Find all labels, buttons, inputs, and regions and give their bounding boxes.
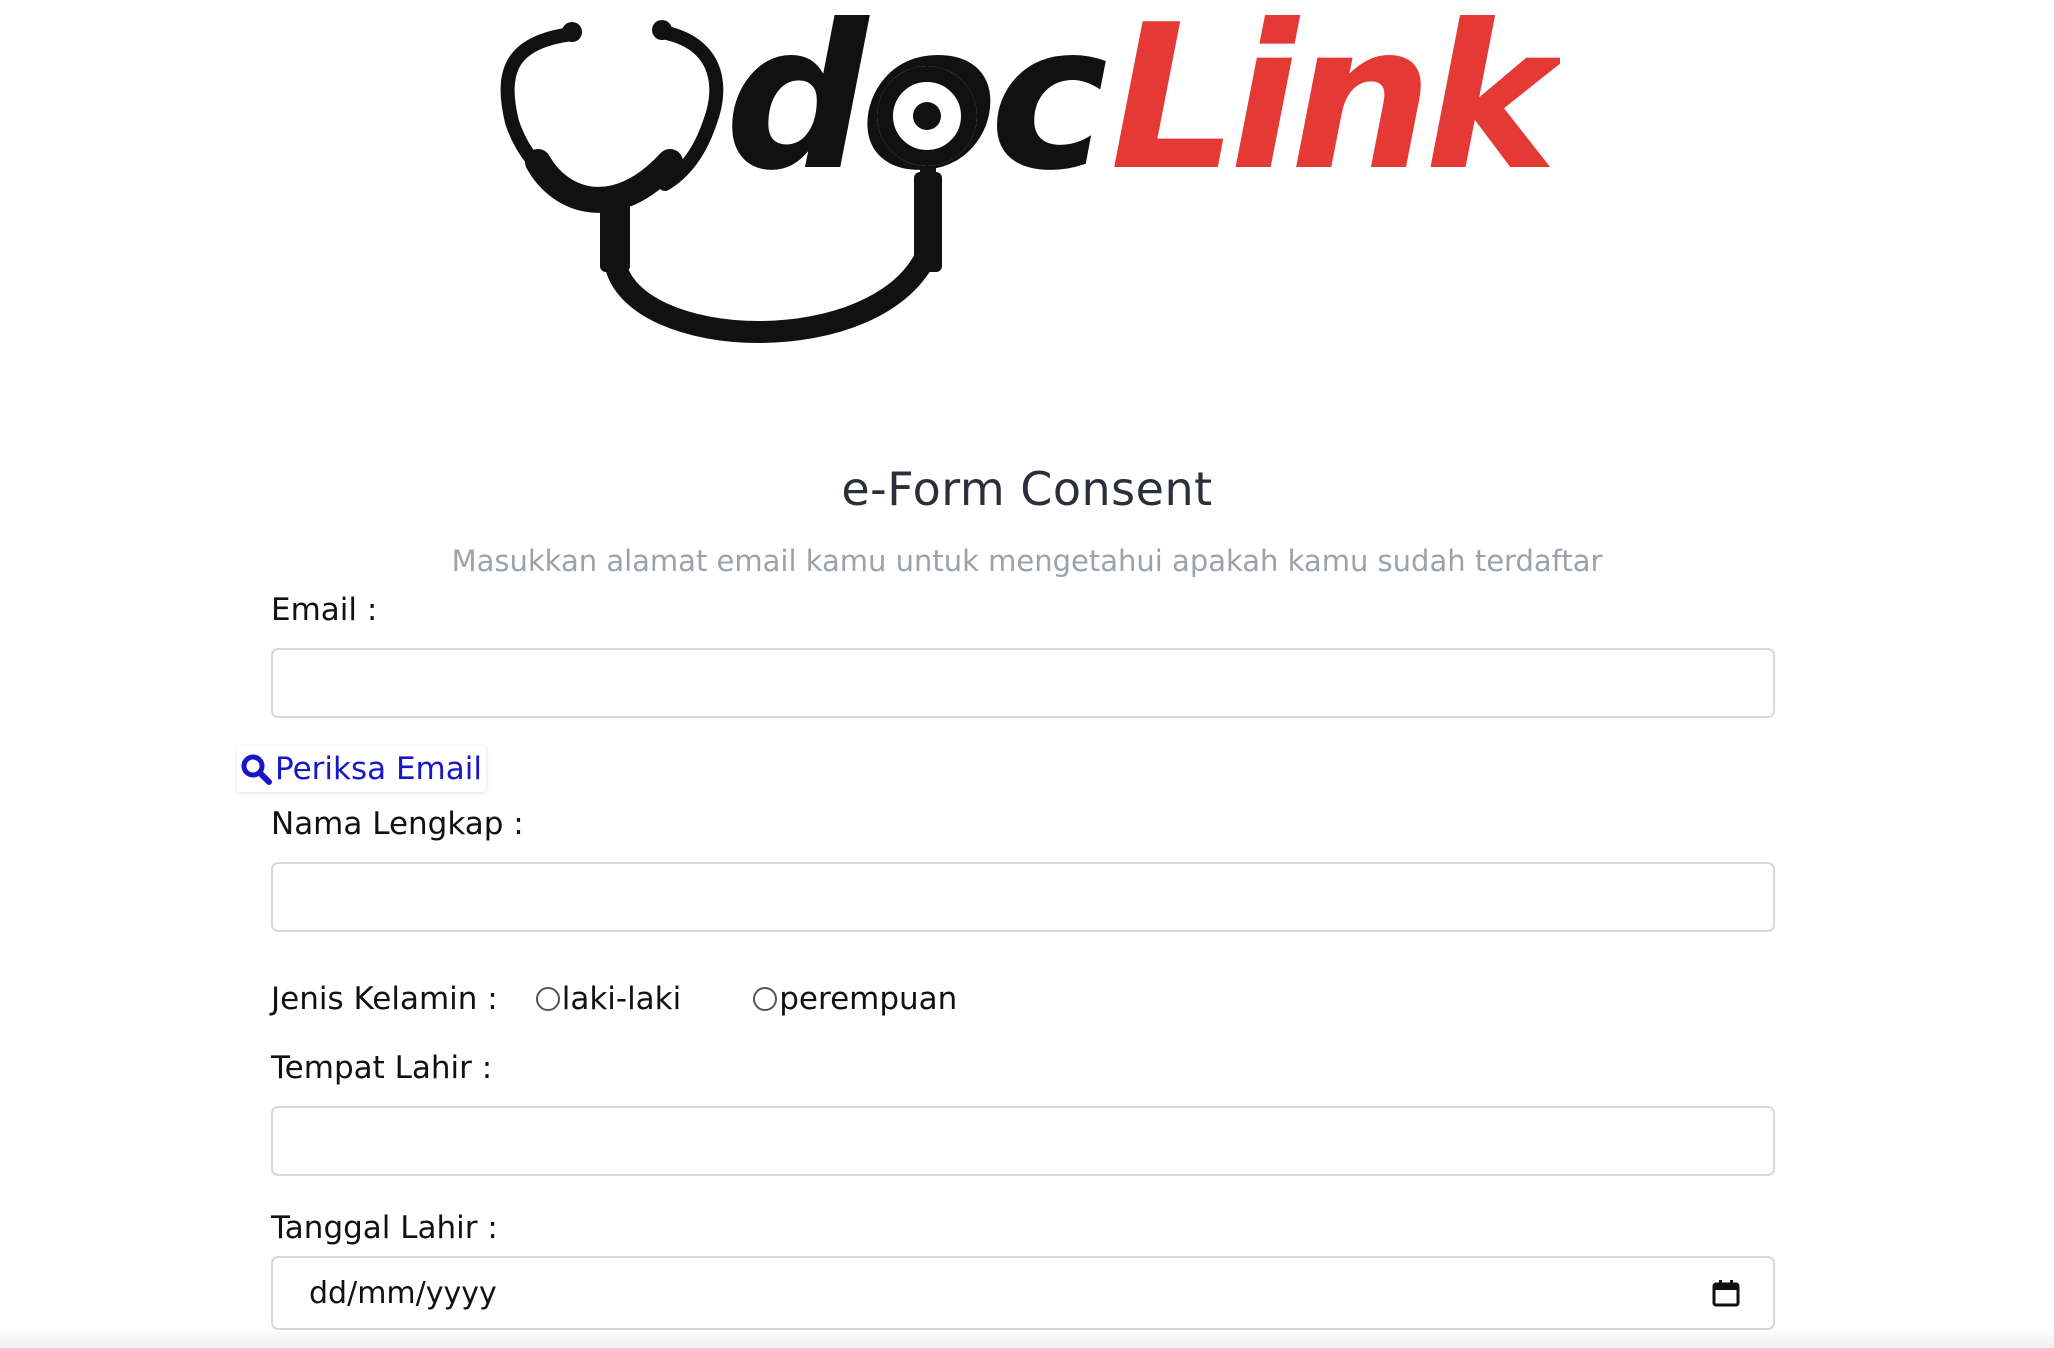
birthdate-label: Tanggal Lahir : (271, 1210, 498, 1246)
search-icon (239, 752, 273, 786)
check-email-label: Periksa Email (275, 751, 482, 787)
radio-female[interactable] (753, 987, 778, 1011)
gender-option-label: perempuan (779, 981, 958, 1017)
radio-male[interactable] (535, 987, 560, 1011)
birthdate-input[interactable]: dd/mm/yyyy (271, 1256, 1775, 1330)
gender-option-male[interactable]: laki-laki (535, 981, 682, 1017)
page-title: e-Form Consent (841, 462, 1213, 516)
gender-label: Jenis Kelamin : (271, 981, 498, 1017)
birthplace-input[interactable] (271, 1106, 1775, 1176)
gender-row: Jenis Kelamin : laki-laki perempuan (271, 974, 957, 1024)
check-email-button[interactable]: Periksa Email (237, 746, 486, 792)
email-input[interactable] (271, 648, 1775, 718)
page-subtitle: Masukkan alamat email kamu untuk mengeta… (451, 544, 1603, 578)
logo-text-link: Link (1110, 12, 1560, 215)
fullname-input[interactable] (271, 862, 1775, 932)
doclink-logo: doc Link (500, 12, 1560, 352)
birthdate-placeholder: dd/mm/yyyy (309, 1275, 497, 1311)
email-label: Email : (271, 592, 378, 628)
birthplace-label: Tempat Lahir : (271, 1050, 493, 1086)
gender-option-label: laki-laki (561, 981, 682, 1017)
calendar-icon[interactable] (1711, 1278, 1741, 1308)
fullname-label: Nama Lengkap : (271, 806, 524, 842)
gender-option-female[interactable]: perempuan (753, 981, 957, 1017)
